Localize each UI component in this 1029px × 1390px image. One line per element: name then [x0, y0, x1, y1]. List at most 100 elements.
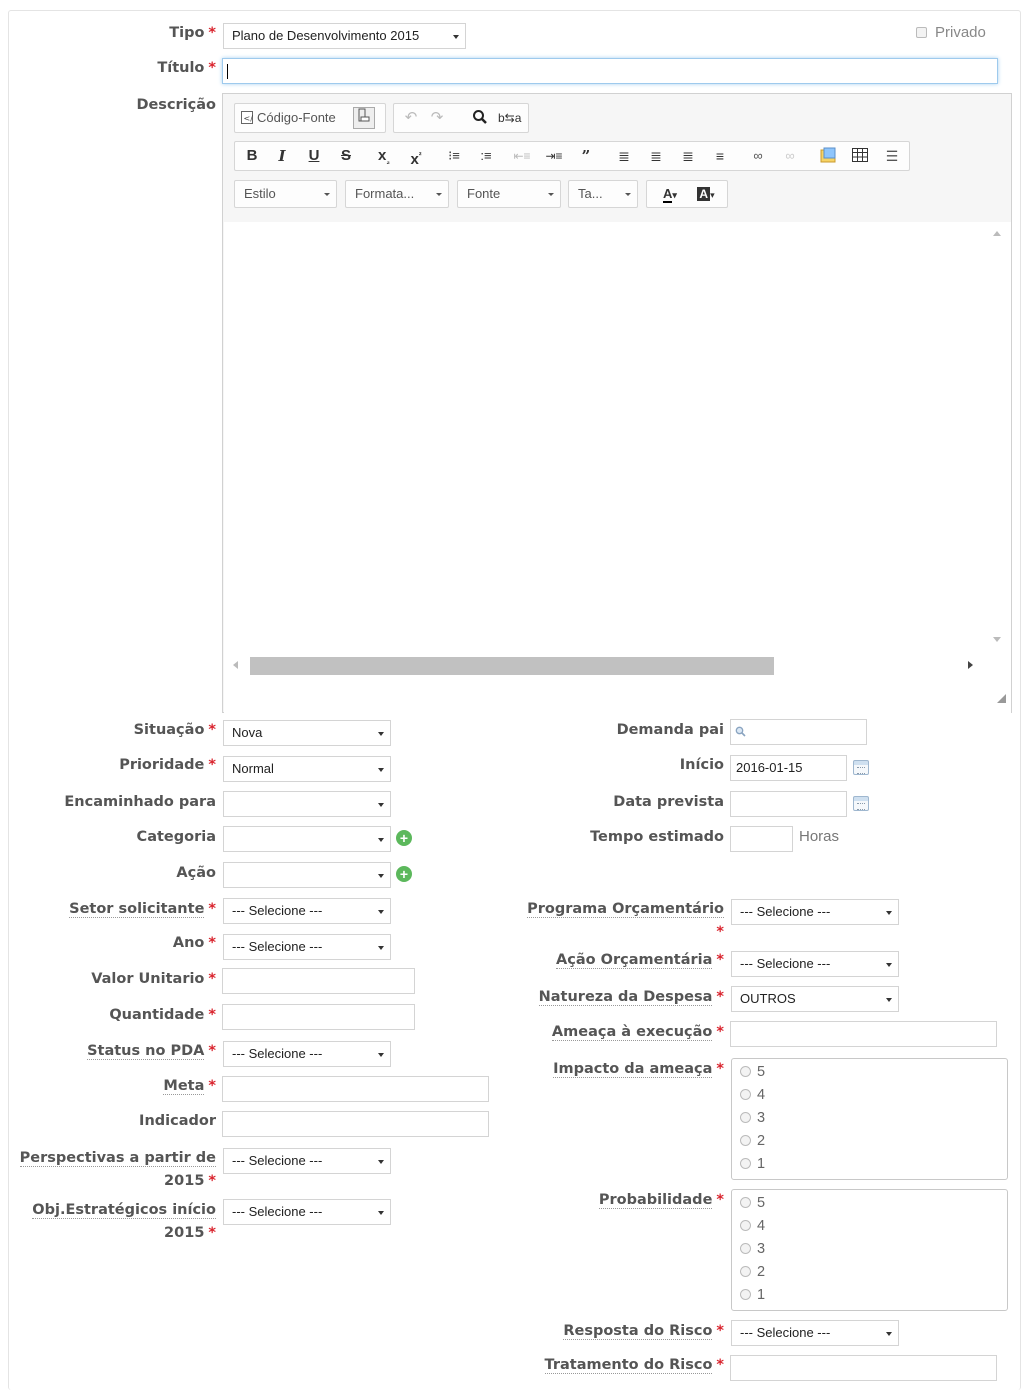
categoria-select[interactable] — [223, 826, 391, 852]
bold-button[interactable]: B — [241, 142, 263, 170]
titulo-input[interactable] — [222, 58, 998, 84]
encaminhado-select[interactable] — [223, 791, 391, 817]
radio-icon — [740, 1066, 751, 1077]
tempo-estimado-input[interactable] — [730, 826, 793, 852]
scroll-left-arrow[interactable] — [233, 661, 238, 669]
unlink-button[interactable]: ∞ — [779, 142, 801, 170]
programa-orcamentario-select[interactable]: --- Selecione --- — [731, 899, 899, 925]
scroll-up-arrow[interactable] — [993, 231, 1001, 236]
natureza-despesa-label: Natureza da Despesa * — [538, 989, 724, 1006]
radio-icon — [740, 1135, 751, 1146]
tratamento-risco-input[interactable] — [730, 1355, 997, 1381]
horizontal-rule-button[interactable]: ☰ — [881, 142, 903, 170]
chevron-down-icon — [886, 1332, 892, 1336]
text-cursor — [227, 64, 228, 79]
formatting-toolbar-group: B I U S x₂ x² ⁝≡ :≡ ⇤≡ ⇥≡ ” ≣ ≣ ≣ ≡ ∞ ∞ … — [234, 141, 910, 171]
scroll-right-arrow[interactable] — [968, 661, 973, 669]
radio-option[interactable]: 1 — [740, 1285, 765, 1305]
text-color-button[interactable]: A▾ — [655, 181, 685, 207]
setor-select[interactable]: --- Selecione --- — [223, 898, 391, 924]
radio-option[interactable]: 3 — [740, 1239, 765, 1259]
chevron-down-icon — [378, 838, 384, 842]
source-button[interactable]: </>Código-Fonte — [241, 104, 349, 132]
add-categoria-icon[interactable]: + — [396, 830, 412, 846]
radio-option[interactable]: 5 — [740, 1193, 765, 1213]
redo-button[interactable]: ↷ — [426, 104, 448, 132]
strikethrough-button[interactable]: S — [335, 142, 357, 170]
size-combo[interactable]: Ta... — [568, 180, 638, 208]
radio-option[interactable]: 2 — [740, 1131, 765, 1151]
chevron-down-icon — [378, 946, 384, 950]
radio-option[interactable]: 2 — [740, 1262, 765, 1282]
calendar-icon[interactable] — [853, 760, 869, 775]
align-right-button[interactable]: ≣ — [677, 142, 699, 170]
maximize-button[interactable] — [353, 107, 375, 129]
perspectivas-select[interactable]: --- Selecione --- — [223, 1148, 391, 1174]
blockquote-button[interactable]: ” — [575, 142, 597, 170]
resposta-risco-select[interactable]: --- Selecione --- — [731, 1320, 899, 1346]
natureza-despesa-select[interactable]: OUTROS — [731, 986, 899, 1012]
data-prevista-input[interactable] — [730, 791, 847, 817]
bulleted-list-button[interactable]: :≡ — [475, 142, 497, 170]
status-pda-select[interactable]: --- Selecione --- — [223, 1041, 391, 1067]
svg-text:</>: </> — [244, 114, 254, 123]
find-button[interactable] — [469, 104, 491, 132]
image-icon — [820, 147, 836, 163]
image-button[interactable] — [817, 142, 839, 170]
link-button[interactable]: ∞ — [747, 142, 769, 170]
font-combo[interactable]: Fonte — [457, 180, 561, 208]
superscript-button[interactable]: x² — [405, 142, 427, 170]
ameaca-execucao-input[interactable] — [730, 1021, 997, 1047]
descricao-label: Descrição — [136, 97, 216, 113]
acao-select[interactable] — [223, 862, 391, 888]
demanda-pai-input[interactable] — [730, 719, 867, 745]
quantidade-input[interactable] — [222, 1004, 415, 1030]
indicador-input[interactable] — [222, 1111, 489, 1137]
outdent-button[interactable]: ⇤≡ — [511, 142, 533, 170]
bold-icon: B — [246, 147, 258, 164]
add-acao-icon[interactable]: + — [396, 866, 412, 882]
radio-option[interactable]: 3 — [740, 1108, 765, 1128]
resize-handle-icon[interactable] — [997, 694, 1006, 703]
numbered-list-button[interactable]: ⁝≡ — [443, 142, 465, 170]
tipo-select[interactable]: Plano de Desenvolvimento 2015 — [223, 23, 466, 49]
table-button[interactable] — [849, 142, 871, 170]
radio-option[interactable]: 1 — [740, 1154, 765, 1174]
valor-unitario-input[interactable] — [222, 968, 415, 994]
justify-button[interactable]: ≡ — [709, 142, 731, 170]
radio-option[interactable]: 4 — [740, 1216, 765, 1236]
search-icon — [735, 726, 746, 737]
background-color-button[interactable]: A ▾ — [691, 181, 721, 207]
prioridade-select[interactable]: Normal — [223, 756, 391, 782]
calendar-icon[interactable] — [853, 796, 869, 811]
align-center-button[interactable]: ≣ — [645, 142, 667, 170]
indent-button[interactable]: ⇥≡ — [543, 142, 565, 170]
scroll-down-arrow[interactable] — [993, 637, 1001, 642]
inicio-input[interactable]: 2016-01-15 — [730, 755, 847, 781]
subscript-button[interactable]: x₂ — [373, 142, 395, 170]
align-center-icon: ≣ — [650, 148, 662, 164]
resposta-risco-label: Resposta do Risco * — [563, 1323, 724, 1340]
situacao-label: Situação * — [133, 722, 216, 738]
radio-option[interactable]: 5 — [740, 1062, 765, 1082]
style-combo[interactable]: Estilo — [234, 180, 337, 208]
categoria-label: Categoria — [136, 829, 216, 845]
align-left-button[interactable]: ≣ — [613, 142, 635, 170]
underline-button[interactable]: U — [303, 142, 325, 170]
radio-option[interactable]: 4 — [740, 1085, 765, 1105]
meta-input[interactable] — [222, 1076, 489, 1102]
situacao-select[interactable]: Nova — [223, 720, 391, 746]
obj-estrategicos-select[interactable]: --- Selecione --- — [223, 1199, 391, 1225]
scrollbar-thumb[interactable] — [250, 657, 774, 675]
undo-button[interactable]: ↶ — [400, 104, 422, 132]
format-combo[interactable]: Formata... — [345, 180, 449, 208]
chevron-down-icon — [378, 1211, 384, 1215]
maximize-icon — [358, 108, 370, 122]
ano-select[interactable]: --- Selecione --- — [223, 934, 391, 960]
perspectivas-label: Perspectivas a partir de 2015 * — [19, 1150, 216, 1189]
horizontal-scrollbar[interactable] — [224, 655, 1011, 677]
acao-orcamentaria-select[interactable]: --- Selecione --- — [731, 951, 899, 977]
privado-checkbox[interactable]: Privado — [916, 22, 986, 44]
replace-button[interactable]: b⇆a — [498, 104, 521, 132]
italic-button[interactable]: I — [271, 142, 293, 170]
